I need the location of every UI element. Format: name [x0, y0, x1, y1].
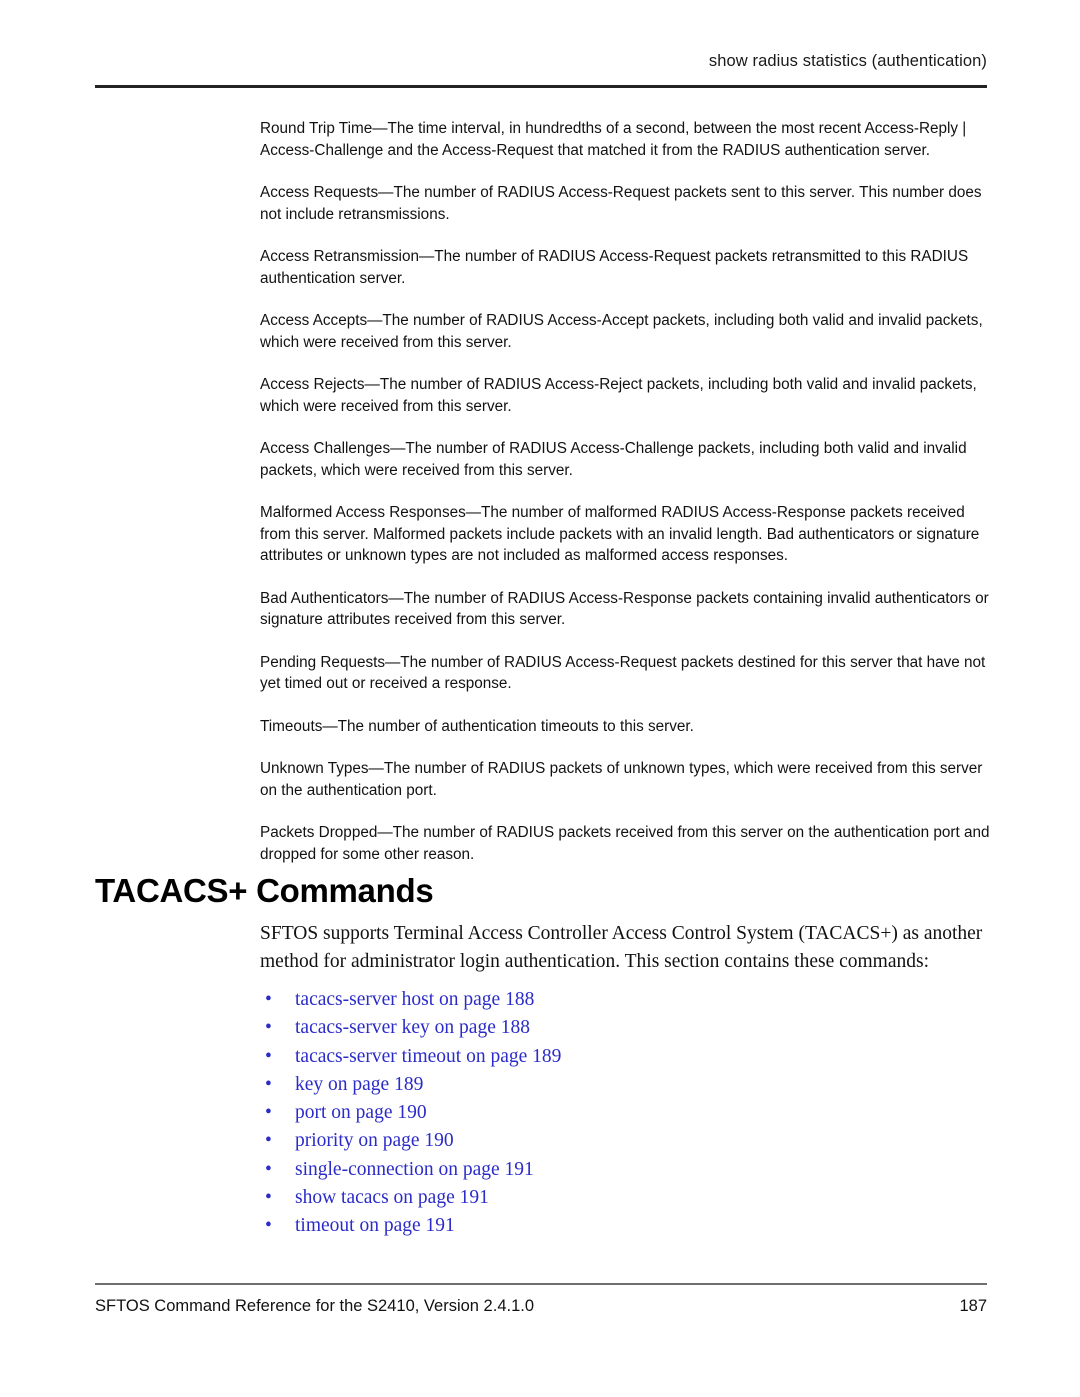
body-paragraph: Access Accepts—The number of RADIUS Acce…: [260, 312, 983, 351]
command-link[interactable]: timeout on page 191: [295, 1215, 455, 1236]
body-paragraph: Access Rejects—The number of RADIUS Acce…: [260, 376, 977, 415]
bullet-icon: •: [265, 1187, 272, 1209]
body-paragraph: Access Requests—The number of RADIUS Acc…: [260, 184, 982, 223]
command-link[interactable]: tacacs-server timeout on page 189: [295, 1046, 561, 1067]
body-paragraph: Malformed Access Responses—The number of…: [260, 504, 980, 564]
section-intro-paragraph: SFTOS supports Terminal Access Controlle…: [260, 923, 983, 972]
document-page: show radius statistics (authentication) …: [0, 0, 1080, 1397]
command-link[interactable]: key on page 189: [295, 1074, 423, 1095]
command-link[interactable]: single-connection on page 191: [295, 1159, 534, 1180]
list-item[interactable]: • timeout on page 191: [260, 1212, 1000, 1240]
bullet-icon: •: [265, 1017, 272, 1039]
list-item[interactable]: • tacacs-server timeout on page 189: [260, 1043, 1000, 1071]
bullet-icon: •: [265, 1102, 272, 1124]
bullet-icon: •: [265, 989, 272, 1010]
bullet-icon: •: [265, 1045, 272, 1067]
list-item[interactable]: • port on page 190: [260, 1099, 1000, 1127]
footer-page-number: 187: [959, 1297, 987, 1315]
bullet-icon: •: [265, 1215, 272, 1237]
bullet-icon: •: [265, 1073, 272, 1095]
body-content: Round Trip Time—The time interval, in hu…: [260, 118, 992, 886]
command-link[interactable]: priority on page 190: [295, 1130, 454, 1151]
list-item[interactable]: • priority on page 190: [260, 1127, 1000, 1155]
command-link[interactable]: tacacs-server key on page 188: [295, 1017, 530, 1038]
list-item[interactable]: • single-connection on page 191: [260, 1156, 1000, 1184]
body-paragraph: Timeouts—The number of authentication ti…: [260, 717, 694, 735]
footer-document-title: SFTOS Command Reference for the S2410, V…: [95, 1297, 535, 1315]
page-footer: SFTOS Command Reference for the S2410, V…: [95, 1297, 987, 1316]
body-paragraph: Round Trip Time—The time interval, in hu…: [260, 120, 967, 159]
bullet-icon: •: [265, 1158, 272, 1180]
body-paragraph: Unknown Types—The number of RADIUS packe…: [260, 760, 983, 799]
list-item[interactable]: • key on page 189: [260, 1071, 1000, 1099]
body-paragraph: Packets Dropped—The number of RADIUS pac…: [260, 824, 990, 863]
section-intro-block: SFTOS supports Terminal Access Controlle…: [260, 920, 1000, 1241]
command-link[interactable]: tacacs-server host on page 188: [295, 989, 534, 1010]
command-link-list: • tacacs-server host on page 188 • tacac…: [260, 986, 1000, 1241]
command-link[interactable]: port on page 190: [295, 1102, 427, 1123]
list-item[interactable]: • show tacacs on page 191: [260, 1184, 1000, 1212]
section-heading: TACACS+ Commands: [95, 872, 434, 910]
bullet-icon: •: [265, 1130, 272, 1152]
list-item[interactable]: • tacacs-server host on page 188: [260, 986, 1000, 1014]
command-link[interactable]: show tacacs on page 191: [295, 1187, 489, 1208]
footer-rule: [95, 1283, 987, 1285]
body-paragraph: Pending Requests—The number of RADIUS Ac…: [260, 653, 986, 693]
list-item[interactable]: • tacacs-server key on page 188: [260, 1014, 1000, 1042]
running-header-title: show radius statistics (authentication): [708, 52, 987, 70]
body-paragraph: Access Challenges—The number of RADIUS A…: [260, 440, 967, 479]
body-paragraph: Bad Authenticators—The number of RADIUS …: [260, 589, 989, 629]
body-paragraph: Access Retransmission—The number of RADI…: [260, 248, 969, 287]
header-rule: [95, 85, 987, 88]
